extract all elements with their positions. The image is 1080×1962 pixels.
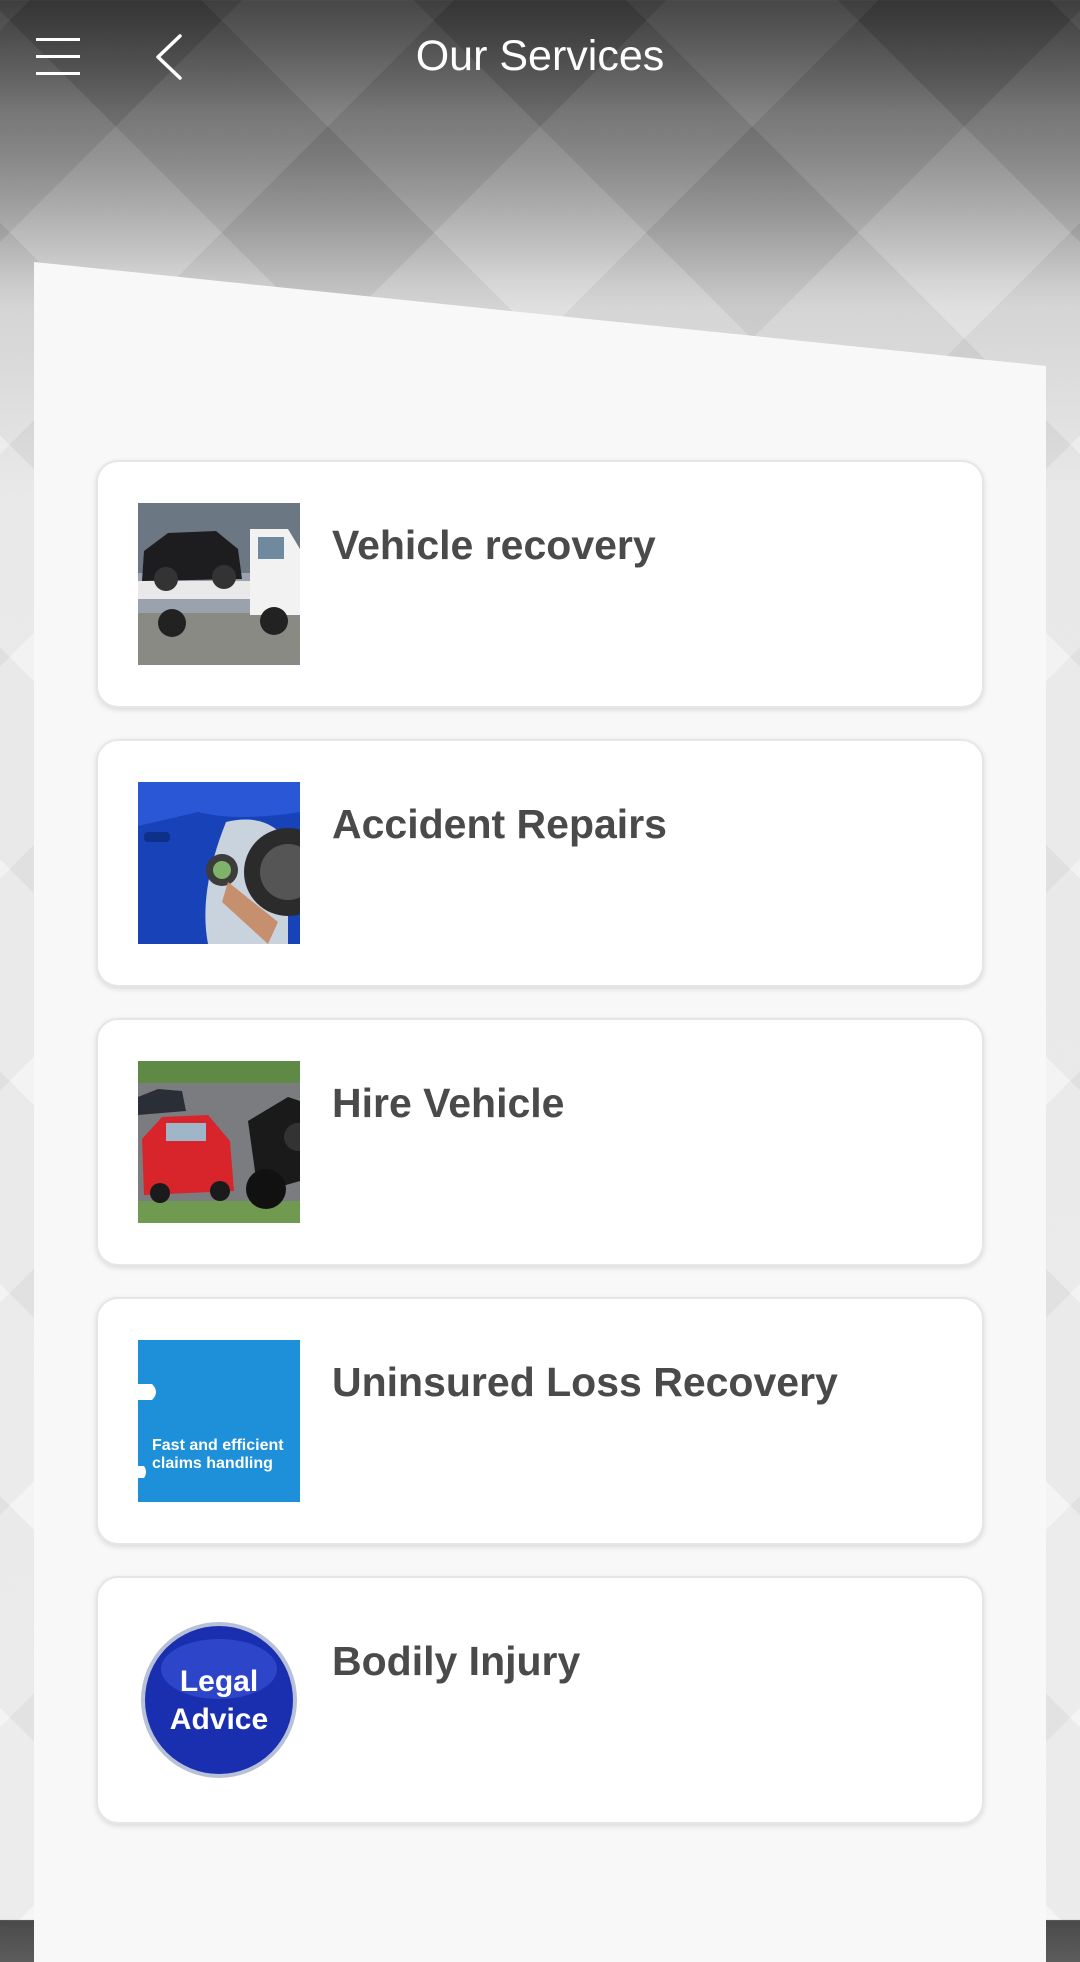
racing-image (138, 1061, 300, 1223)
svg-text:Advice: Advice (170, 1703, 268, 1736)
page-title: Our Services (415, 32, 665, 80)
service-label: Vehicle recovery (332, 522, 656, 568)
app-header: Our Services (0, 0, 1080, 115)
car-repair-image (138, 782, 300, 944)
service-label: Accident Repairs (332, 801, 667, 847)
legal-advice-badge-image: Legal Advice (138, 1619, 300, 1781)
service-item-accident-repairs[interactable]: Accident Repairs (96, 739, 984, 987)
service-item-vehicle-recovery[interactable]: Vehicle recovery (96, 460, 984, 708)
service-item-uninsured-loss-recovery[interactable]: Fast and efficient claims handling Unins… (96, 1297, 984, 1545)
service-item-hire-vehicle[interactable]: Hire Vehicle (96, 1018, 984, 1266)
service-item-bodily-injury[interactable]: Legal Advice Bodily Injury (96, 1576, 984, 1824)
service-label: Hire Vehicle (332, 1080, 565, 1126)
service-label: Bodily Injury (332, 1638, 581, 1684)
tow-truck-image (138, 503, 300, 665)
svg-text:Legal: Legal (180, 1665, 258, 1698)
services-list: Vehicle recovery Accident Repairs Hire V… (96, 460, 984, 1855)
claims-handling-image: Fast and efficient claims handling (138, 1340, 300, 1502)
svg-text:Fast and efficient c: Fast and efficient claims handling (152, 1437, 288, 1472)
service-label: Uninsured Loss Recovery (332, 1359, 838, 1405)
